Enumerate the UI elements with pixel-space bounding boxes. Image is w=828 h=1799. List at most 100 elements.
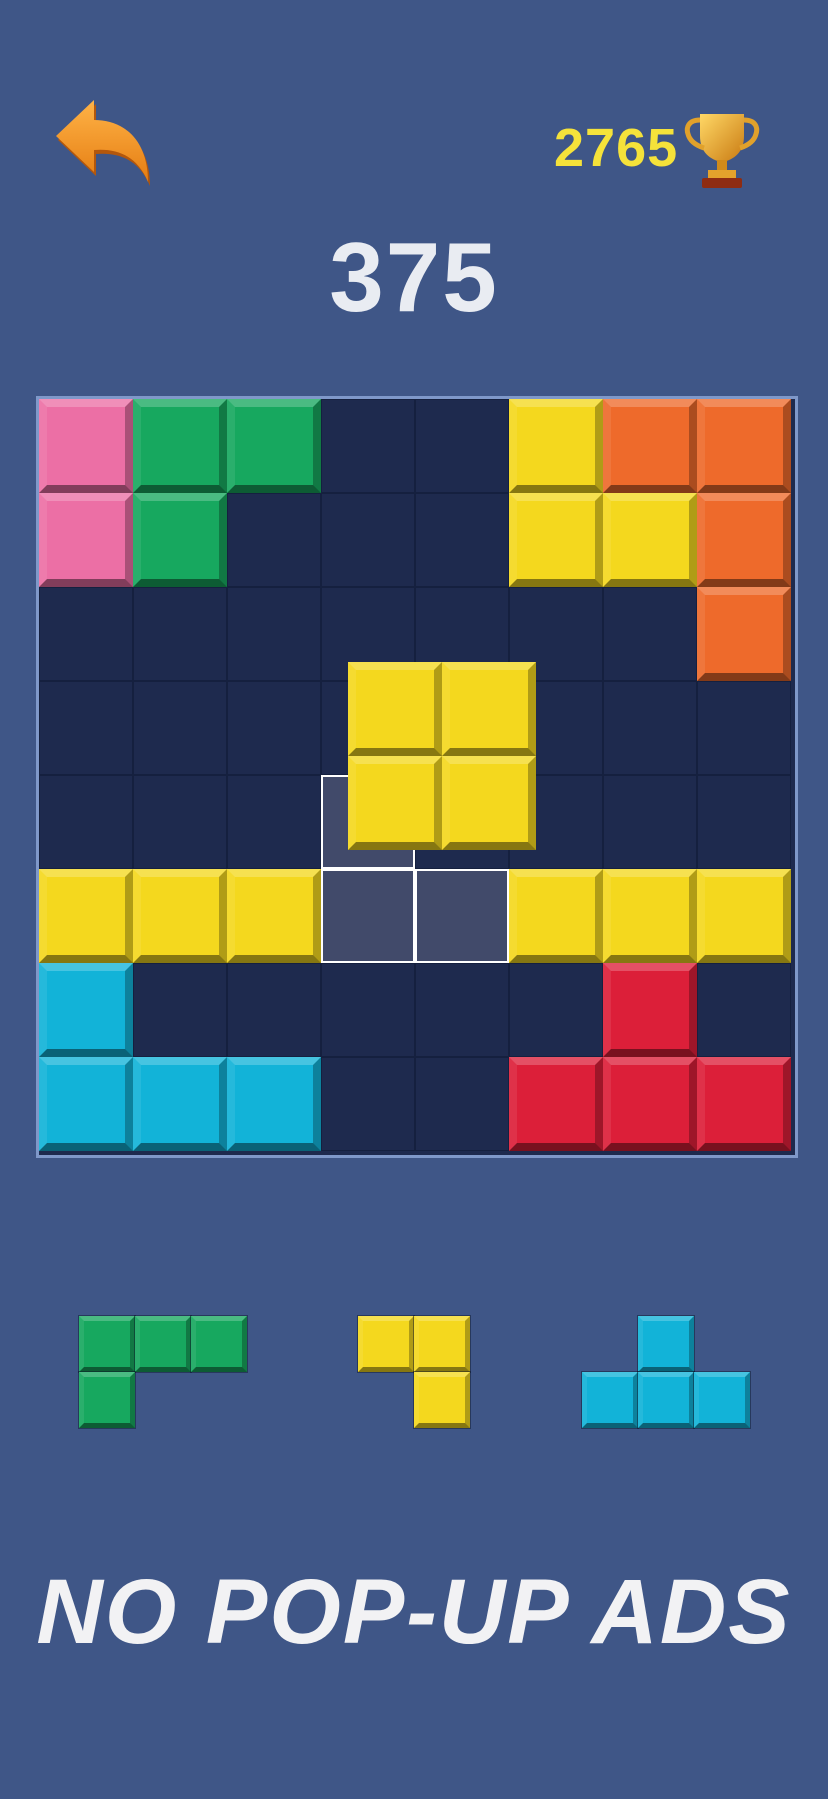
block-green bbox=[78, 1371, 136, 1429]
placement-preview-cell bbox=[415, 869, 509, 963]
board-cell[interactable] bbox=[227, 963, 321, 1057]
board-cell[interactable] bbox=[133, 493, 227, 587]
board-cell[interactable] bbox=[603, 775, 697, 869]
block-orange bbox=[697, 587, 791, 681]
board-cell[interactable] bbox=[39, 493, 133, 587]
board-cell[interactable] bbox=[697, 963, 791, 1057]
board-cell[interactable] bbox=[415, 963, 509, 1057]
block-yellow bbox=[39, 869, 133, 963]
board-cell[interactable] bbox=[133, 869, 227, 963]
current-score: 375 bbox=[329, 222, 499, 332]
board-cell[interactable] bbox=[697, 681, 791, 775]
board-cell[interactable] bbox=[133, 681, 227, 775]
block-cyan bbox=[227, 1057, 321, 1151]
back-arrow-icon bbox=[56, 100, 150, 186]
block-yellow bbox=[509, 399, 603, 493]
board-cell[interactable] bbox=[227, 493, 321, 587]
block-red bbox=[603, 1057, 697, 1151]
block-orange bbox=[697, 399, 791, 493]
block-yellow bbox=[509, 493, 603, 587]
board-cell[interactable] bbox=[133, 963, 227, 1057]
board-cell[interactable] bbox=[603, 587, 697, 681]
board-cell[interactable] bbox=[603, 681, 697, 775]
board-cell[interactable] bbox=[227, 399, 321, 493]
board-cell[interactable] bbox=[697, 869, 791, 963]
block-yellow bbox=[697, 869, 791, 963]
board-cell[interactable] bbox=[39, 399, 133, 493]
block-pink bbox=[39, 493, 133, 587]
block-cyan bbox=[39, 963, 133, 1057]
block-yellow bbox=[603, 493, 697, 587]
block-green bbox=[78, 1315, 136, 1373]
block-yellow bbox=[133, 869, 227, 963]
board-cell[interactable] bbox=[133, 1057, 227, 1151]
board-cell[interactable] bbox=[603, 869, 697, 963]
board-cell[interactable] bbox=[39, 587, 133, 681]
board-cell[interactable] bbox=[697, 775, 791, 869]
board-cell[interactable] bbox=[509, 869, 603, 963]
board-cell[interactable] bbox=[39, 1057, 133, 1151]
block-red bbox=[697, 1057, 791, 1151]
block-yellow bbox=[413, 1315, 471, 1373]
block-green bbox=[133, 399, 227, 493]
board-cell[interactable] bbox=[415, 493, 509, 587]
block-cyan bbox=[637, 1371, 695, 1429]
board-cell[interactable] bbox=[227, 587, 321, 681]
block-yellow bbox=[227, 869, 321, 963]
board-cell[interactable] bbox=[227, 869, 321, 963]
promo-banner: NO POP-UP ADS bbox=[36, 1561, 792, 1663]
best-score: 2765 bbox=[554, 108, 762, 188]
board-cell[interactable] bbox=[603, 1057, 697, 1151]
board-cell[interactable] bbox=[321, 493, 415, 587]
block-cyan bbox=[133, 1057, 227, 1151]
block-green bbox=[227, 399, 321, 493]
board-cell[interactable] bbox=[321, 963, 415, 1057]
block-cyan bbox=[581, 1371, 639, 1429]
back-button[interactable] bbox=[50, 96, 154, 196]
board-cell[interactable] bbox=[227, 775, 321, 869]
block-yellow bbox=[357, 1315, 415, 1373]
block-yellow bbox=[413, 1371, 471, 1429]
trophy-icon bbox=[684, 114, 760, 188]
board-cell[interactable] bbox=[509, 399, 603, 493]
block-yellow bbox=[348, 662, 442, 756]
board-cell[interactable] bbox=[133, 775, 227, 869]
block-yellow bbox=[509, 869, 603, 963]
block-yellow bbox=[603, 869, 697, 963]
board-cell[interactable] bbox=[697, 1057, 791, 1151]
placement-preview-cell bbox=[321, 869, 415, 963]
block-red bbox=[509, 1057, 603, 1151]
block-green bbox=[190, 1315, 248, 1373]
board-cell[interactable] bbox=[415, 1057, 509, 1151]
block-green bbox=[133, 493, 227, 587]
board-cell[interactable] bbox=[509, 493, 603, 587]
block-orange bbox=[697, 493, 791, 587]
block-cyan bbox=[693, 1371, 751, 1429]
board-cell[interactable] bbox=[133, 399, 227, 493]
board-cell[interactable] bbox=[321, 399, 415, 493]
block-yellow bbox=[442, 756, 536, 850]
board-cell[interactable] bbox=[603, 399, 697, 493]
board-cell[interactable] bbox=[697, 587, 791, 681]
block-pink bbox=[39, 399, 133, 493]
block-cyan bbox=[39, 1057, 133, 1151]
board-cell[interactable] bbox=[39, 681, 133, 775]
best-score-value: 2765 bbox=[554, 118, 679, 178]
board-cell[interactable] bbox=[603, 963, 697, 1057]
board-cell[interactable] bbox=[39, 869, 133, 963]
board-cell[interactable] bbox=[509, 963, 603, 1057]
board-cell[interactable] bbox=[227, 681, 321, 775]
board-cell[interactable] bbox=[415, 399, 509, 493]
board-cell[interactable] bbox=[603, 493, 697, 587]
block-cyan bbox=[637, 1315, 695, 1373]
board-cell[interactable] bbox=[321, 1057, 415, 1151]
board-cell[interactable] bbox=[133, 587, 227, 681]
board-cell[interactable] bbox=[39, 963, 133, 1057]
board-cell[interactable] bbox=[227, 1057, 321, 1151]
board-cell[interactable] bbox=[509, 1057, 603, 1151]
board-cell[interactable] bbox=[39, 775, 133, 869]
board-cell[interactable] bbox=[697, 399, 791, 493]
board-cell[interactable] bbox=[697, 493, 791, 587]
block-yellow bbox=[348, 756, 442, 850]
block-red bbox=[603, 963, 697, 1057]
